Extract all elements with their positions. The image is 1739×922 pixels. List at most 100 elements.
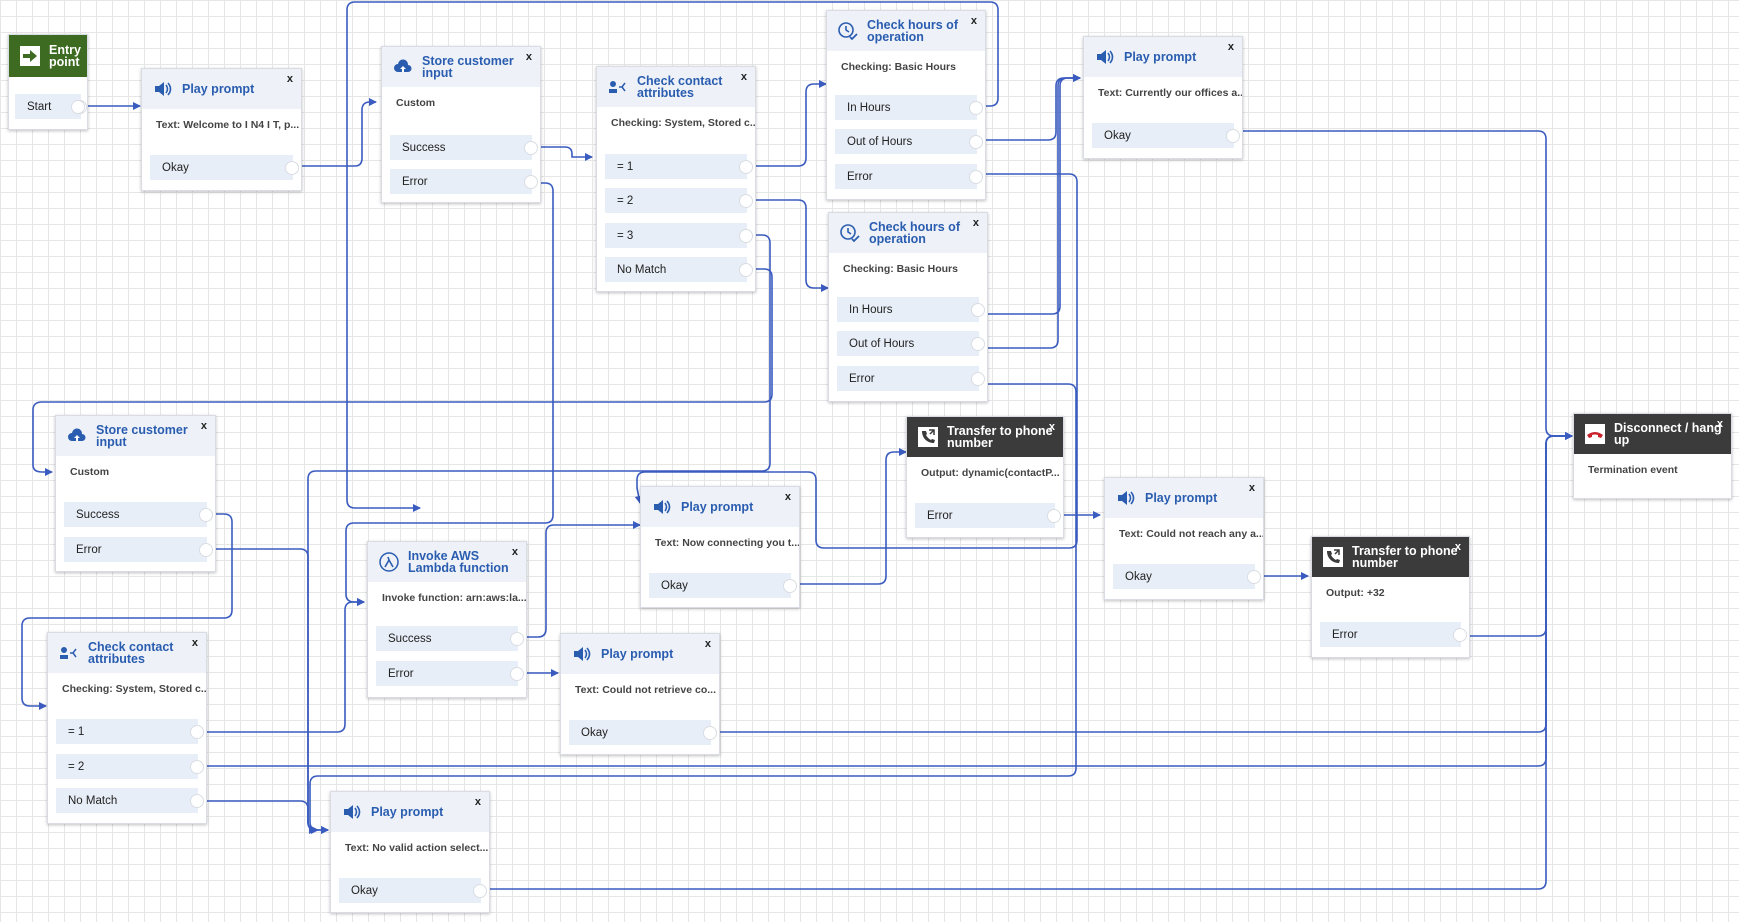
- output-port[interactable]: [783, 579, 797, 593]
- output-port[interactable]: [1047, 509, 1061, 523]
- play-prompt-block[interactable]: Play prompt x Text: Currently our office…: [1083, 36, 1243, 159]
- branch-equals-1[interactable]: = 1: [56, 719, 204, 744]
- output-port[interactable]: [739, 194, 753, 208]
- close-icon[interactable]: x: [512, 546, 518, 558]
- close-icon[interactable]: x: [526, 51, 532, 63]
- play-prompt-block[interactable]: Play prompt x Text: Could not reach any …: [1104, 477, 1264, 600]
- block-title: Play prompt: [371, 805, 444, 819]
- play-prompt-block[interactable]: Play prompt x Text: No valid action sele…: [330, 791, 490, 913]
- output-port[interactable]: [739, 229, 753, 243]
- close-icon[interactable]: x: [971, 15, 977, 27]
- output-port[interactable]: [190, 794, 204, 808]
- branch-success[interactable]: Success: [390, 135, 538, 160]
- check-hours-block[interactable]: Check hours of operation x Checking: Bas…: [828, 212, 988, 402]
- branch-okay[interactable]: Okay: [150, 155, 299, 180]
- branch-equals-3[interactable]: = 3: [605, 223, 753, 248]
- branch-error[interactable]: Error: [376, 661, 524, 686]
- check-hours-block[interactable]: Check hours of operation x Checking: Bas…: [826, 10, 986, 200]
- flow-canvas[interactable]: Entry point Start Play prompt x Text: We…: [0, 0, 1739, 922]
- wire-store1-error-lambda: [345, 182, 554, 606]
- transfer-to-phone-block[interactable]: Transfer to phone number x Output: +32 E…: [1311, 536, 1470, 658]
- cloud-upload-icon: [66, 425, 88, 447]
- block-header: Transfer to phone number x: [907, 417, 1063, 457]
- output-port[interactable]: [739, 263, 753, 277]
- block-title: Store customer input: [96, 423, 188, 449]
- branch-equals-1[interactable]: = 1: [605, 154, 753, 179]
- output-port[interactable]: [285, 161, 299, 175]
- branch-no-match[interactable]: No Match: [56, 788, 204, 813]
- block-title: Play prompt: [681, 500, 754, 514]
- branch-okay[interactable]: Okay: [1092, 123, 1240, 148]
- wire-hours1-out-play2b: [985, 74, 1081, 141]
- close-icon[interactable]: x: [1249, 482, 1255, 494]
- output-port[interactable]: [739, 160, 753, 174]
- store-customer-input-block[interactable]: Store customer input x Custom Success Er…: [55, 415, 216, 572]
- close-icon[interactable]: x: [973, 217, 979, 229]
- play-prompt-block[interactable]: Play prompt x Text: Could not retrieve c…: [560, 633, 720, 755]
- branch-error[interactable]: Error: [915, 503, 1061, 528]
- branch-in-hours[interactable]: In Hours: [837, 297, 985, 322]
- branch-error[interactable]: Error: [1320, 622, 1467, 647]
- branch-okay[interactable]: Okay: [1113, 564, 1261, 589]
- transfer-to-phone-block[interactable]: Transfer to phone number x Output: dynam…: [906, 416, 1064, 538]
- branch-out-of-hours[interactable]: Out of Hours: [837, 331, 985, 356]
- branch-equals-2[interactable]: = 2: [605, 188, 753, 213]
- output-port[interactable]: [1453, 628, 1467, 642]
- close-icon[interactable]: x: [475, 796, 481, 808]
- block-title: Entry point: [49, 43, 81, 69]
- play-prompt-block[interactable]: Play prompt x Text: Now connecting you t…: [640, 486, 800, 608]
- output-port[interactable]: [190, 760, 204, 774]
- output-port[interactable]: [969, 101, 983, 115]
- check-contact-attributes-block[interactable]: Check contact attributes x Checking: Sys…: [596, 66, 756, 292]
- disconnect-block[interactable]: Disconnect / hang up x Termination event: [1573, 413, 1732, 499]
- branch-success[interactable]: Success: [64, 502, 213, 527]
- close-icon[interactable]: x: [287, 73, 293, 85]
- block-title: Transfer to phone number: [947, 424, 1053, 450]
- invoke-lambda-block[interactable]: Invoke AWS Lambda function x Invoke func…: [367, 541, 527, 698]
- play-prompt-block[interactable]: Play prompt x Text: Welcome to I N4 I T,…: [141, 68, 302, 191]
- output-port[interactable]: [971, 372, 985, 386]
- output-port[interactable]: [510, 632, 524, 646]
- output-port[interactable]: [524, 175, 538, 189]
- output-port[interactable]: [969, 170, 983, 184]
- block-header: Check contact attributes x: [48, 633, 206, 673]
- branch-error[interactable]: Error: [390, 169, 538, 194]
- branch-in-hours[interactable]: In Hours: [835, 95, 983, 120]
- block-description: Custom: [70, 466, 110, 478]
- output-port[interactable]: [1226, 129, 1240, 143]
- branch-okay[interactable]: Okay: [569, 720, 717, 745]
- close-icon[interactable]: x: [1455, 541, 1461, 553]
- branch-out-of-hours[interactable]: Out of Hours: [835, 129, 983, 154]
- branch-success[interactable]: Success: [376, 626, 524, 651]
- branch-equals-2[interactable]: = 2: [56, 754, 204, 779]
- output-port[interactable]: [190, 725, 204, 739]
- branch-no-match[interactable]: No Match: [605, 257, 753, 282]
- close-icon[interactable]: x: [201, 420, 207, 432]
- output-port[interactable]: [971, 337, 985, 351]
- check-contact-attributes-block[interactable]: Check contact attributes x Checking: Sys…: [47, 632, 207, 824]
- output-port[interactable]: [510, 667, 524, 681]
- close-icon[interactable]: x: [1717, 418, 1723, 430]
- close-icon[interactable]: x: [192, 637, 198, 649]
- output-port[interactable]: [524, 141, 538, 155]
- close-icon[interactable]: x: [705, 638, 711, 650]
- close-icon[interactable]: x: [1228, 41, 1234, 53]
- output-port[interactable]: [969, 135, 983, 149]
- output-port[interactable]: [473, 884, 487, 898]
- store-customer-input-block[interactable]: Store customer input x Custom Success Er…: [381, 46, 541, 203]
- branch-okay[interactable]: Okay: [649, 573, 797, 598]
- output-port[interactable]: [703, 726, 717, 740]
- output-port[interactable]: [971, 303, 985, 317]
- branch-okay[interactable]: Okay: [339, 878, 487, 903]
- branch-error[interactable]: Error: [64, 537, 213, 562]
- close-icon[interactable]: x: [785, 491, 791, 503]
- output-port[interactable]: [71, 100, 85, 114]
- branch-error[interactable]: Error: [837, 366, 985, 391]
- entry-point-block[interactable]: Entry point Start: [8, 34, 88, 130]
- close-icon[interactable]: x: [741, 71, 747, 83]
- close-icon[interactable]: x: [1049, 421, 1055, 433]
- output-port[interactable]: [199, 508, 213, 522]
- output-port[interactable]: [1247, 570, 1261, 584]
- branch-error[interactable]: Error: [835, 164, 983, 189]
- output-port[interactable]: [199, 543, 213, 557]
